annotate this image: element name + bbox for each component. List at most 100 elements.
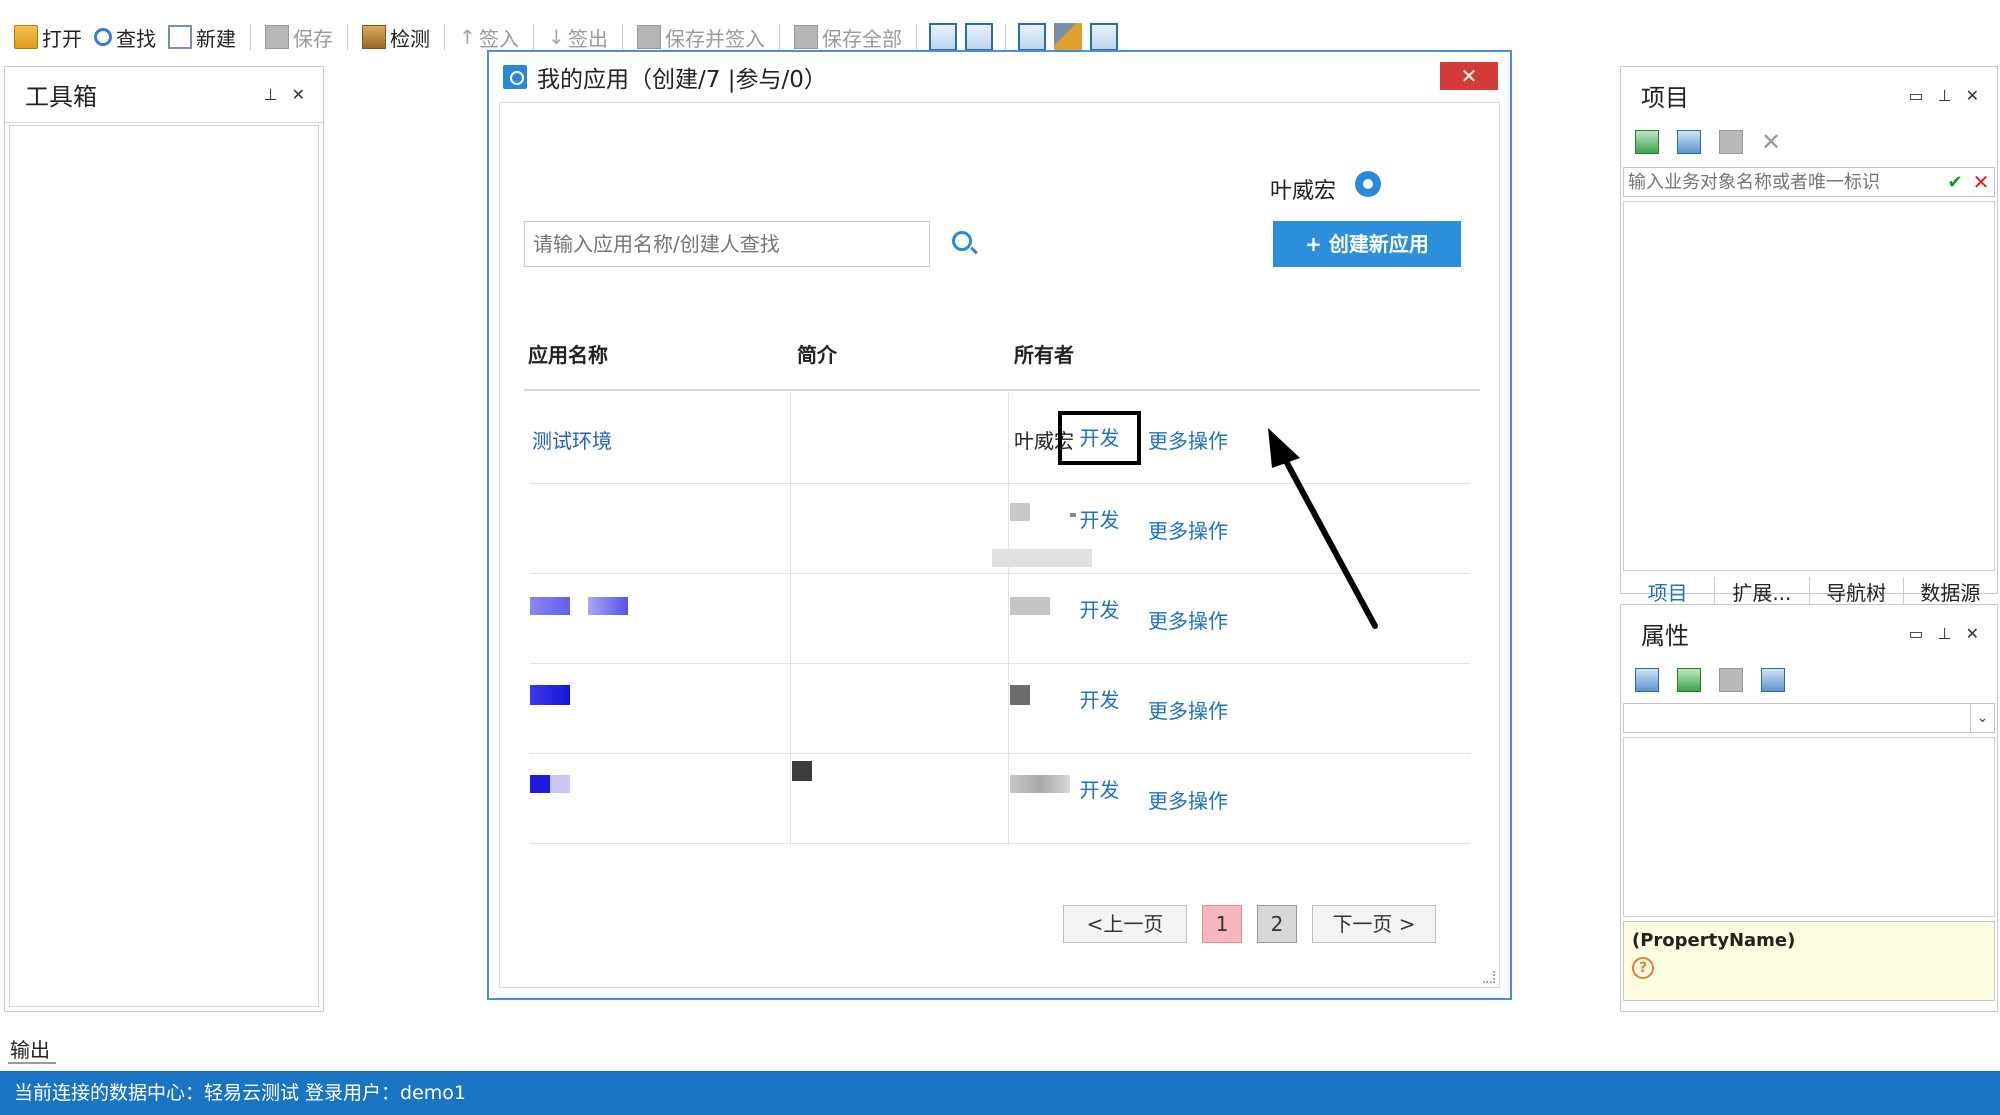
more-actions-link[interactable]: 更多操作 (1148, 515, 1228, 544)
property-grid (1623, 737, 1995, 917)
check-label: 检测 (390, 26, 430, 51)
check-button[interactable]: 检测 (356, 20, 436, 54)
save-and-checkin-label: 保存并签入 (665, 26, 765, 51)
object-selector[interactable]: ⌄ (1623, 703, 1995, 733)
annotation-arrow-icon (1268, 428, 1378, 629)
pin-icon[interactable]: ⊥ (1938, 624, 1952, 643)
properties-header: 属性 ▭ ⊥ ✕ (1621, 605, 1997, 661)
delete-icon[interactable]: ✕ (1761, 128, 1781, 156)
develop-link[interactable]: 开发 (1058, 493, 1141, 547)
toolbar-separator (444, 24, 445, 50)
develop-link[interactable]: 开发 (1058, 763, 1141, 817)
property-pages-icon[interactable] (1761, 668, 1785, 692)
checkin-label: 签入 (479, 26, 519, 51)
develop-link[interactable]: 开发 (1058, 411, 1141, 465)
project-search: ✔ ✕ (1623, 167, 1995, 197)
project-title: 项目 (1641, 83, 1689, 112)
new-file-icon (168, 25, 192, 49)
page-2-button[interactable]: 2 (1257, 905, 1297, 943)
magnifier-icon (94, 28, 112, 46)
arrow-up-icon: ↑ (459, 25, 476, 49)
more-actions-link[interactable]: 更多操作 (1148, 425, 1228, 454)
tab-project[interactable]: 项目 (1621, 576, 1716, 606)
output-tab[interactable]: 输出 (10, 1034, 50, 1063)
database-icon[interactable] (965, 23, 993, 51)
tab-data-source[interactable]: 数据源 (1904, 577, 1997, 606)
save-all-button[interactable]: 保存全部 (788, 20, 908, 54)
paste-icon[interactable] (1719, 130, 1743, 154)
redacted-owner (1010, 685, 1030, 705)
status-bar: 当前连接的数据中心：轻易云测试 登录用户：demo1 (0, 1071, 2000, 1115)
sort-alpha-icon[interactable] (1677, 668, 1701, 692)
create-app-button[interactable]: + 创建新应用 (1273, 221, 1461, 267)
toolbar-separator (1005, 24, 1006, 50)
tab-nav-tree[interactable]: 导航树 (1810, 576, 1904, 606)
toolbox-title: 工具箱 (25, 83, 97, 111)
page-1-button[interactable]: 1 (1202, 905, 1242, 943)
open-label: 打开 (42, 26, 82, 51)
gear-icon[interactable] (1355, 171, 1381, 197)
tools-icon[interactable] (1054, 23, 1082, 51)
app-search-input[interactable] (524, 221, 930, 267)
develop-link[interactable]: 开发 (1058, 673, 1141, 727)
save-icon (265, 25, 289, 49)
app-icon (503, 65, 527, 89)
properties-icon-row (1621, 661, 1997, 699)
checkin-button[interactable]: ↑ 签入 (453, 20, 525, 54)
maximize-icon[interactable]: ▭ (1909, 86, 1924, 105)
open-button[interactable]: 打开 (8, 20, 88, 54)
toolbar-separator (779, 24, 780, 50)
tab-extension[interactable]: 扩展... (1715, 576, 1810, 606)
resize-grip[interactable] (1483, 971, 1495, 983)
confirm-check-icon[interactable]: ✔ (1942, 172, 1968, 193)
chevron-down-icon[interactable]: ⌄ (1970, 704, 1994, 732)
report-icon[interactable] (1018, 23, 1046, 51)
pin-icon[interactable]: ⊥ (264, 85, 278, 104)
pin-icon[interactable]: ⊥ (1938, 86, 1952, 105)
toolbar-separator (622, 24, 623, 50)
windows-icon[interactable] (1677, 130, 1701, 154)
column-divider (790, 393, 791, 845)
close-icon[interactable]: ✕ (292, 85, 305, 104)
toolbox-panel: 工具箱 ⊥ ✕ (4, 66, 324, 1012)
next-page-button[interactable]: 下一页 > (1312, 905, 1436, 943)
more-actions-link[interactable]: 更多操作 (1148, 785, 1228, 814)
app-name-link[interactable]: 测试环境 (532, 425, 612, 454)
save-and-checkin-button[interactable]: 保存并签入 (631, 20, 771, 54)
toolbar-separator (250, 24, 251, 50)
project-panel: 项目 ▭ ⊥ ✕ ✕ ✔ ✕ 项目 扩展... 导航树 数据源 (1620, 66, 1998, 606)
form-icon[interactable] (929, 23, 957, 51)
refresh-icon[interactable] (1635, 130, 1659, 154)
new-label: 新建 (196, 26, 236, 51)
redacted-name (588, 597, 628, 615)
checkout-button[interactable]: ↓ 签出 (542, 20, 614, 54)
close-icon[interactable]: ✕ (1966, 624, 1979, 643)
redacted-name (530, 775, 570, 793)
dialog-close-button[interactable]: ✕ (1440, 62, 1498, 90)
develop-link[interactable]: 开发 (1058, 583, 1141, 637)
save-all-icon (794, 25, 818, 49)
close-icon[interactable]: ✕ (1966, 86, 1979, 105)
clear-x-icon[interactable]: ✕ (1968, 170, 1994, 194)
categorized-icon[interactable] (1635, 668, 1659, 692)
maximize-icon[interactable]: ▭ (1909, 624, 1924, 643)
redacted-name (530, 597, 570, 615)
redacted-name (530, 685, 570, 705)
search-icon[interactable] (952, 231, 972, 251)
prev-page-button[interactable]: <上一页 (1063, 905, 1187, 943)
more-actions-link[interactable]: 更多操作 (1148, 695, 1228, 724)
column-divider (1008, 393, 1009, 845)
arrow-down-icon: ↓ (548, 25, 565, 49)
save-button[interactable]: 保存 (259, 20, 339, 54)
edit-icon[interactable] (1719, 668, 1743, 692)
project-icon-row: ✕ (1621, 123, 1997, 161)
export-icon[interactable] (1090, 23, 1118, 51)
help-icon: ? (1632, 957, 1654, 979)
more-actions-link[interactable]: 更多操作 (1148, 605, 1228, 634)
find-button[interactable]: 查找 (88, 20, 162, 54)
project-search-input[interactable] (1624, 168, 1942, 196)
toolbox-body (9, 125, 319, 1007)
new-button[interactable]: 新建 (162, 20, 242, 54)
row-divider (530, 663, 1470, 664)
column-header-desc: 简介 (797, 343, 837, 367)
